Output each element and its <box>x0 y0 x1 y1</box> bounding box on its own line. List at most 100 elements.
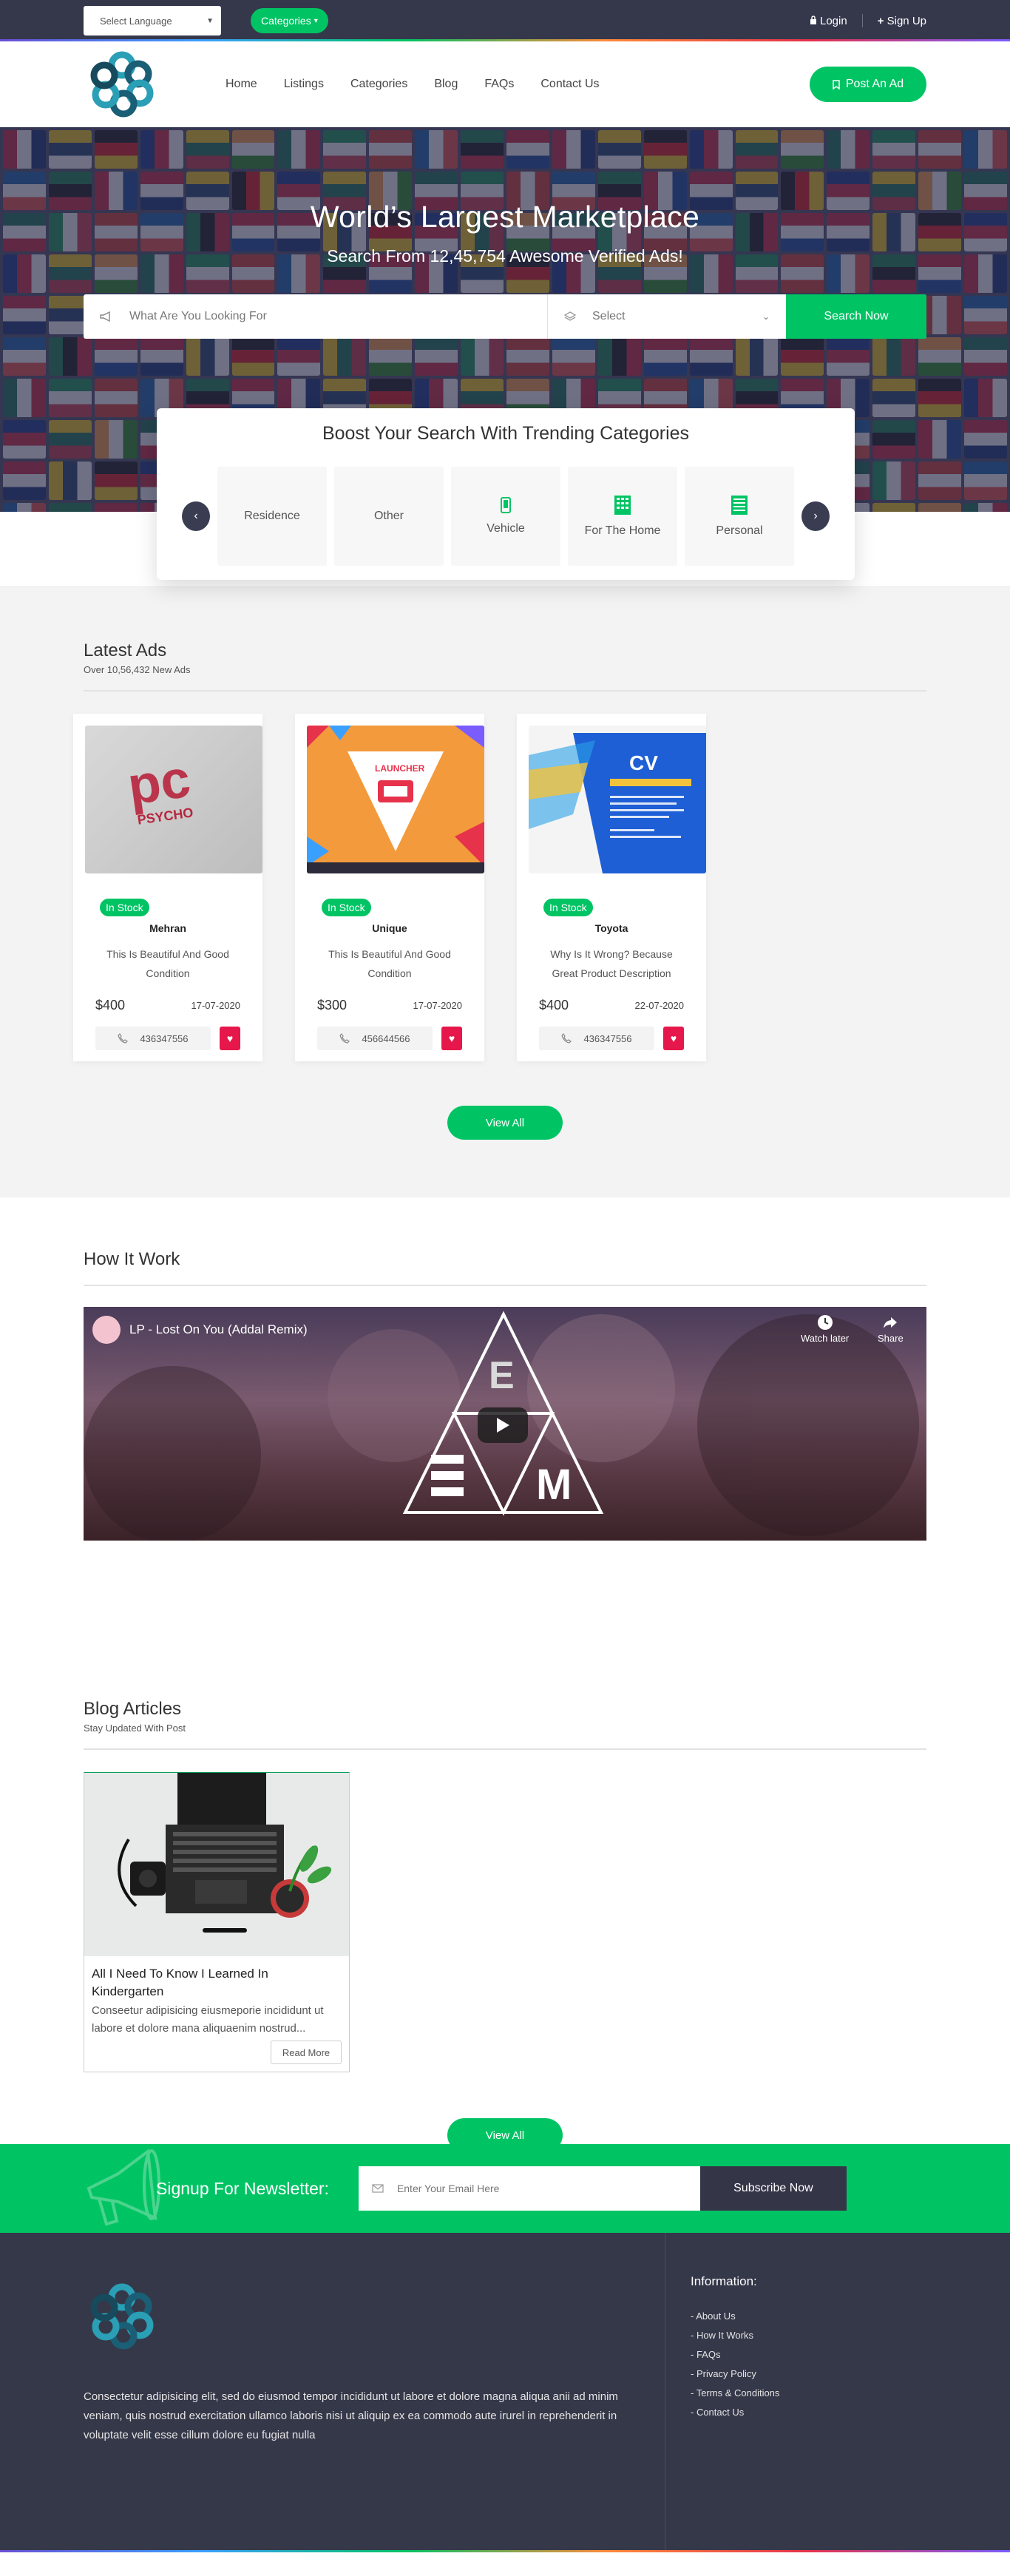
megaphone-icon <box>100 311 110 322</box>
nav-blog[interactable]: Blog <box>434 78 458 91</box>
phone-icon <box>561 1033 572 1044</box>
category-label: Vehicle <box>487 522 525 535</box>
categories-dropdown-button[interactable]: Categories ▾ <box>251 8 328 33</box>
trending-categories-card: Boost Your Search With Trending Categori… <box>157 408 855 580</box>
mobile-icon <box>501 497 511 513</box>
footer-link-contact[interactable]: - Contact Us <box>691 2403 779 2422</box>
footer-link-privacy[interactable]: - Privacy Policy <box>691 2364 779 2384</box>
category-label: For The Home <box>584 524 661 537</box>
favorite-button[interactable]: ♥ <box>441 1027 462 1050</box>
prev-arrow-button[interactable]: ‹ <box>182 501 210 531</box>
footer-link-about[interactable]: - About Us <box>691 2307 779 2326</box>
ad-name[interactable]: Toyota <box>529 916 694 934</box>
phone-button[interactable]: 436347556 <box>539 1027 654 1050</box>
ad-description: This Is Beautiful And Good Condition <box>106 948 229 979</box>
post-ad-label: Post An Ad <box>845 78 904 90</box>
nav-categories[interactable]: Categories <box>350 78 407 91</box>
layers-icon <box>564 311 576 321</box>
site-logo[interactable] <box>84 45 160 124</box>
read-more-button[interactable]: Read More <box>271 2041 342 2064</box>
ad-card[interactable]: CV In Stock Toyota Why Is It Wrong? Beca… <box>517 714 706 1061</box>
nav-faqs[interactable]: FAQs <box>484 78 514 91</box>
footer-link-faqs[interactable]: - FAQs <box>691 2345 779 2364</box>
play-button[interactable] <box>478 1407 528 1443</box>
signup-link[interactable]: + Sign Up <box>878 15 926 27</box>
search-now-button[interactable]: Search Now <box>786 294 926 339</box>
phone-button[interactable]: 436347556 <box>95 1027 211 1050</box>
section-divider <box>84 1285 926 1286</box>
chevron-left-icon: ‹ <box>194 510 198 522</box>
section-divider <box>84 690 926 692</box>
nav-contact[interactable]: Contact Us <box>540 78 599 91</box>
newsletter-email-input[interactable]: Enter Your Email Here <box>358 2166 700 2211</box>
next-arrow-button[interactable]: › <box>801 501 830 531</box>
login-label: Login <box>819 14 847 27</box>
video-title[interactable]: LP - Lost On You (Addal Remix) <box>92 1316 308 1344</box>
watch-later-button[interactable]: Watch later <box>801 1314 849 1344</box>
phone-icon <box>118 1033 129 1044</box>
nav-listings[interactable]: Listings <box>284 78 324 91</box>
channel-avatar[interactable] <box>92 1316 121 1344</box>
share-icon <box>884 1317 898 1328</box>
how-it-works-section: How It Work E M LP - Lost On You (Addal … <box>0 1197 1010 1635</box>
category-select[interactable]: Select ⌄ <box>548 294 786 339</box>
category-tile-personal[interactable]: Personal <box>685 467 794 566</box>
phone-button[interactable]: 456644566 <box>317 1027 433 1050</box>
search-input[interactable]: What Are You Looking For <box>84 294 548 339</box>
nav-home[interactable]: Home <box>226 78 257 91</box>
category-tile-for-the-home[interactable]: For The Home <box>568 467 677 566</box>
footer-info-title: Information: <box>691 2274 757 2288</box>
post-ad-button[interactable]: Post An Ad <box>810 67 926 102</box>
ad-name[interactable]: Unique <box>307 916 472 934</box>
ad-card[interactable]: pc PSYCHO In Stock Mehran This Is Beauti… <box>73 714 262 1061</box>
search-placeholder: What Are You Looking For <box>129 310 267 322</box>
chevron-down-icon: ▼ <box>206 16 214 25</box>
site-header: Home Listings Categories Blog FAQs Conta… <box>0 41 1010 127</box>
ad-description: Why Is It Wrong? Because Great Product D… <box>550 948 673 979</box>
blog-post-card[interactable]: All I Need To Know I Learned In Kinderga… <box>84 1772 350 2072</box>
trending-area: Boost Your Search With Trending Categori… <box>0 408 1010 586</box>
footer-logo[interactable] <box>84 2277 160 2356</box>
language-select-label: Select Language <box>100 15 172 27</box>
email-placeholder: Enter Your Email Here <box>396 2183 500 2194</box>
view-all-ads-button[interactable]: View All <box>447 1106 563 1140</box>
category-tile-residence[interactable]: Residence <box>217 467 327 566</box>
footer-link-terms[interactable]: - Terms & Conditions <box>691 2384 779 2403</box>
favorite-button[interactable]: ♥ <box>662 1027 684 1050</box>
favorite-button[interactable]: ♥ <box>219 1027 240 1050</box>
ad-price: $400 <box>539 998 569 1013</box>
category-label: Residence <box>244 510 300 522</box>
latest-ads-section: Latest Ads Over 10,56,432 New Ads pc PSY… <box>0 586 1010 1197</box>
book-icon <box>731 496 748 515</box>
blog-post-image[interactable] <box>84 1773 349 1956</box>
hero-subtitle: Search From 12,45,754 Awesome Verified A… <box>327 246 683 266</box>
ad-image[interactable]: pc PSYCHO <box>85 726 262 873</box>
hero-title: World’s Largest Marketplace <box>310 200 700 234</box>
category-label: Other <box>373 510 404 522</box>
phone-number: 436347556 <box>140 1032 189 1044</box>
login-link[interactable]: Login <box>810 15 847 27</box>
heart-icon: ♥ <box>448 1032 455 1044</box>
signup-label: Sign Up <box>887 14 926 27</box>
ad-image-text: CV <box>629 751 658 774</box>
building-icon <box>614 496 631 515</box>
svg-text:E: E <box>489 1354 515 1397</box>
ad-image[interactable]: CV <box>529 726 706 873</box>
footer-link-how-it-works[interactable]: - How It Works <box>691 2326 779 2345</box>
main-nav: Home Listings Categories Blog FAQs Conta… <box>226 78 626 91</box>
status-badge: In Stock <box>543 899 593 916</box>
category-tile-vehicle[interactable]: Vehicle <box>451 467 560 566</box>
select-label: Select <box>592 310 626 322</box>
language-select[interactable]: Select Language ▼ <box>84 6 221 36</box>
ad-image[interactable]: LAUNCHER <box>307 726 484 873</box>
category-tile-other[interactable]: Other <box>334 467 444 566</box>
ad-name[interactable]: Mehran <box>85 916 251 934</box>
ad-card[interactable]: LAUNCHER In Stock Unique This Is Beautif… <box>295 714 484 1061</box>
blog-post-title[interactable]: All I Need To Know I Learned In Kinderga… <box>84 1956 349 2001</box>
clock-icon <box>817 1315 833 1330</box>
video-player[interactable]: E M LP - Lost On You (Addal Remix) Watch… <box>84 1307 926 1541</box>
status-badge: In Stock <box>100 899 149 916</box>
share-button[interactable]: Share <box>878 1314 904 1344</box>
latest-ads-title: Latest Ads <box>84 640 167 660</box>
subscribe-button[interactable]: Subscribe Now <box>699 2166 847 2211</box>
